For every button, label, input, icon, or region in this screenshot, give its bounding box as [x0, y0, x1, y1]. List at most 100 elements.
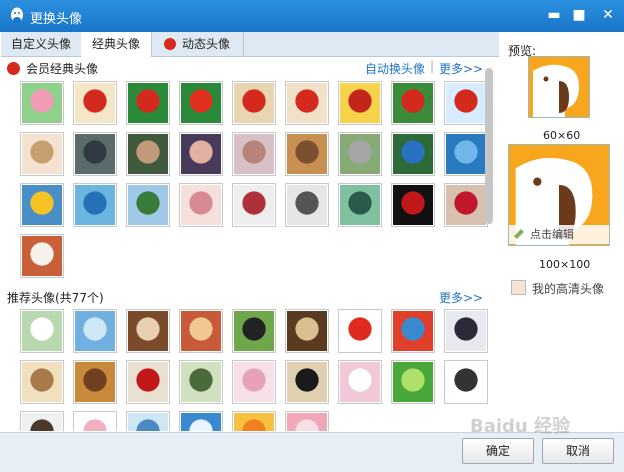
- avatar-thumb-pink-ghost[interactable]: [232, 360, 276, 404]
- avatar-thumb-fairy-pink[interactable]: [232, 132, 276, 176]
- avatar-image: [446, 134, 486, 174]
- avatar-thumb-koala[interactable]: [338, 132, 382, 176]
- avatar-thumb-penguin-grass[interactable]: [232, 309, 276, 353]
- avatar-image: [181, 134, 221, 174]
- tab-custom-avatar[interactable]: 自定义头像: [1, 32, 82, 56]
- avatar-thumb-pink-petals[interactable]: [285, 411, 329, 431]
- avatar-thumb-anime-girl-blonde[interactable]: [20, 132, 64, 176]
- avatar-image: [287, 83, 327, 123]
- avatar-thumb-colored-pencils[interactable]: [391, 309, 435, 353]
- avatar-image: [181, 311, 221, 351]
- avatar-thumb-pink-pig[interactable]: [20, 81, 64, 125]
- avatar-thumb-lips-pink[interactable]: [179, 183, 223, 227]
- avatar-thumb-blue-bird[interactable]: [444, 132, 488, 176]
- link-separator: |: [430, 59, 435, 73]
- avatar-thumb-orange-sun[interactable]: [232, 411, 276, 431]
- large-size-label: 100×100: [539, 258, 591, 271]
- avatar-thumb-opera-mask[interactable]: [179, 309, 223, 353]
- avatar-thumb-red-fox-christmas[interactable]: [179, 81, 223, 125]
- avatar-thumb-pink-glow[interactable]: [73, 411, 117, 431]
- avatar-image: [393, 311, 433, 351]
- avatar-thumb-red-fox-tower[interactable]: [232, 81, 276, 125]
- scrollbar-thumb[interactable]: [485, 68, 493, 224]
- avatar-image: [446, 311, 486, 351]
- avatar-image: [234, 83, 274, 123]
- avatar-image: [22, 185, 62, 225]
- avatar-image: [128, 83, 168, 123]
- avatar-thumb-compass-clock[interactable]: [73, 360, 117, 404]
- avatar-thumb-red-fox-mask[interactable]: [444, 81, 488, 125]
- avatar-thumb-warrior-green[interactable]: [126, 132, 170, 176]
- tab-bar: 自定义头像 经典头像 动态头像: [1, 32, 499, 57]
- maximize-button[interactable]: ■: [567, 4, 591, 26]
- avatar-thumb-hummingbird[interactable]: [179, 360, 223, 404]
- avatar-image: [22, 134, 62, 174]
- avatar-thumb-penguin-flying[interactable]: [126, 183, 170, 227]
- qq-member-icon: [7, 62, 20, 75]
- avatar-thumb-red-fox-house[interactable]: [391, 81, 435, 125]
- avatar-thumb-red-fox-present[interactable]: [126, 81, 170, 125]
- maximize-icon: ■: [572, 7, 586, 23]
- avatar-thumb-red-lips-bite[interactable]: [444, 183, 488, 227]
- avatar-image: [181, 185, 221, 225]
- avatar-thumb-dark-tree[interactable]: [20, 411, 64, 431]
- avatar-image: [234, 185, 274, 225]
- avatar-thumb-girl-red-bow[interactable]: [232, 183, 276, 227]
- avatar-thumb-blue-birds-pair[interactable]: [73, 183, 117, 227]
- avatar-thumb-sea-sky[interactable]: [126, 411, 170, 431]
- avatar-thumb-blue-sky-smile[interactable]: [73, 309, 117, 353]
- avatar-image: [22, 83, 62, 123]
- avatar-image: [287, 413, 327, 431]
- avatar-image: [287, 134, 327, 174]
- avatar-image: [234, 311, 274, 351]
- avatar-thumb-sandwich-cup[interactable]: [20, 360, 64, 404]
- avatar-image: [446, 362, 486, 402]
- avatar-thumb-yellow-bird[interactable]: [20, 183, 64, 227]
- classic-more-link[interactable]: 更多>>: [439, 60, 483, 77]
- recommended-section-title: 推荐头像(共77个): [7, 291, 104, 305]
- avatar-image: [128, 134, 168, 174]
- avatar-thumb-profile-sketch[interactable]: [20, 309, 64, 353]
- avatar-image: [181, 413, 221, 431]
- qq-penguin-icon: [11, 7, 23, 23]
- avatar-thumb-blue-parrot[interactable]: [391, 132, 435, 176]
- avatar-thumb-anime-girl-purple[interactable]: [179, 132, 223, 176]
- minimize-button[interactable]: ▬: [542, 4, 566, 26]
- tab-classic-avatar[interactable]: 经典头像: [81, 32, 152, 57]
- avatar-thumb-red-fox-cafe[interactable]: [285, 81, 329, 125]
- section-title-text: 会员经典头像: [26, 62, 99, 76]
- avatar-thumb-penguins-dark[interactable]: [285, 360, 329, 404]
- recommended-more-link[interactable]: 更多>>: [439, 289, 483, 306]
- avatar-thumb-seal-sleeping[interactable]: [444, 309, 488, 353]
- tab-label: 自定义头像: [10, 37, 71, 51]
- my-hd-avatar-link[interactable]: 我的高清头像: [511, 280, 604, 297]
- avatar-thumb-anime-boy-dark[interactable]: [73, 132, 117, 176]
- avatar-thumb-anime-girl-fire[interactable]: [285, 132, 329, 176]
- avatar-thumb-pink-flower-frame[interactable]: [338, 360, 382, 404]
- avatar-thumb-green-bamboo[interactable]: [391, 360, 435, 404]
- tab-dynamic-avatar[interactable]: 动态头像: [151, 32, 244, 56]
- avatar-thumb-girl-green-hair[interactable]: [338, 183, 382, 227]
- avatar-thumb-red-cartoon[interactable]: [338, 309, 382, 353]
- avatar-image: [75, 413, 115, 431]
- avatar-thumb-snowflake-blue[interactable]: [179, 411, 223, 431]
- avatar-image: [128, 362, 168, 402]
- avatar-thumb-red-fox-reading[interactable]: [73, 81, 117, 125]
- avatar-thumb-opera-face-red[interactable]: [126, 360, 170, 404]
- avatar-thumb-mr-right-egg[interactable]: [20, 234, 64, 278]
- avatar-thumb-girl-monochrome[interactable]: [285, 183, 329, 227]
- avatar-thumb-coffee-heart[interactable]: [126, 309, 170, 353]
- auto-change-avatar-link[interactable]: 自动换头像: [365, 60, 425, 77]
- avatar-image: [340, 362, 380, 402]
- close-icon: ✕: [602, 7, 614, 23]
- avatar-thumb-penguin-small[interactable]: [444, 360, 488, 404]
- window-title: 更换头像: [30, 12, 83, 27]
- dynamic-avatar-icon: [163, 38, 176, 50]
- edit-avatar-button[interactable]: 点击编辑: [509, 225, 609, 244]
- close-button[interactable]: ✕: [596, 4, 620, 26]
- avatar-thumb-red-lips-girl[interactable]: [391, 183, 435, 227]
- avatar-thumb-latte-art[interactable]: [285, 309, 329, 353]
- avatar-image: [128, 185, 168, 225]
- edit-label: 点击编辑: [530, 228, 574, 241]
- avatar-thumb-red-fox-glasses[interactable]: [338, 81, 382, 125]
